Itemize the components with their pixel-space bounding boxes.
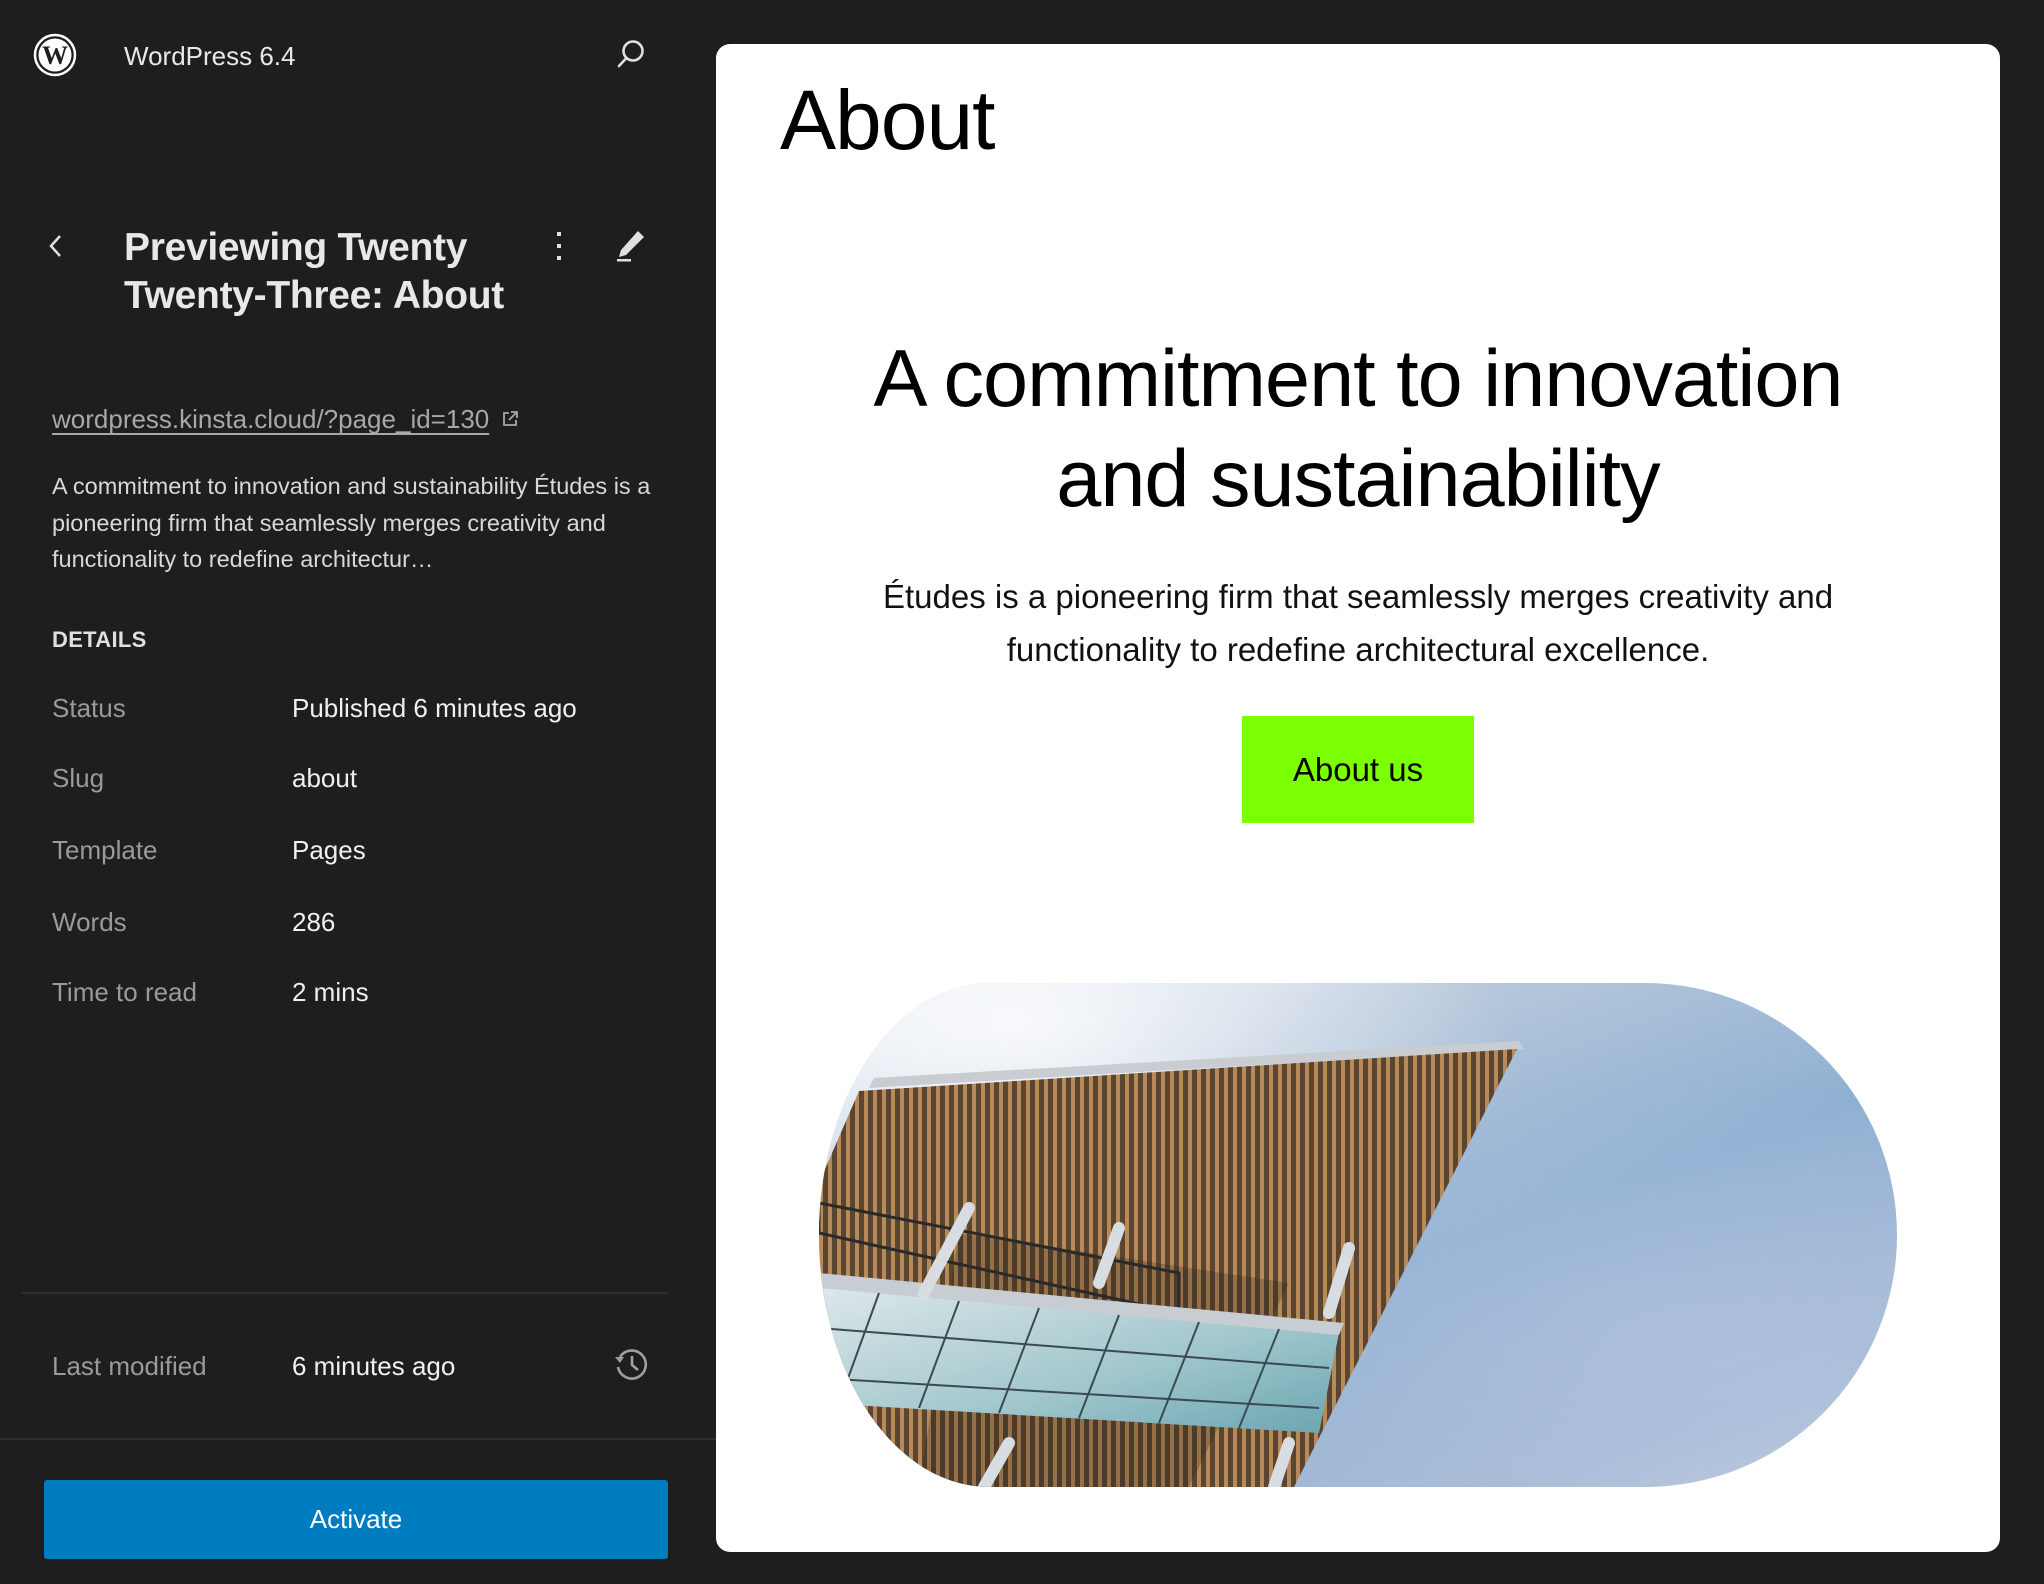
sidebar: W WordPress 6.4 Previewing Twenty Twenty… <box>0 0 716 1584</box>
history-icon <box>612 1345 650 1388</box>
site-preview[interactable]: About A commitment to innovation and sus… <box>716 44 2000 1552</box>
detail-row-words: Words 286 <box>52 905 652 939</box>
external-link-icon <box>501 403 519 435</box>
preview-page-title: About <box>780 73 996 167</box>
detail-value: Published 6 minutes ago <box>292 693 577 723</box>
detail-row-slug: Slug about <box>52 761 652 795</box>
pencil-icon <box>614 228 648 267</box>
hero-heading: A commitment to innovation and sustainab… <box>716 329 2000 529</box>
building-illustration <box>819 1041 1524 1487</box>
last-modified-value: 6 minutes ago <box>292 1351 456 1381</box>
page-url-text: wordpress.kinsta.cloud/?page_id=130 <box>52 404 490 434</box>
detail-value: 2 mins <box>292 977 369 1007</box>
last-modified-row: Last modified 6 minutes ago <box>52 1349 652 1383</box>
page-excerpt: A commitment to innovation and sustainab… <box>52 473 651 572</box>
wordpress-logo-icon[interactable]: W <box>33 33 77 77</box>
detail-label: Status <box>52 693 126 723</box>
revisions-button[interactable] <box>610 1345 652 1387</box>
hero-image <box>819 983 1897 1487</box>
page-url-link[interactable]: wordpress.kinsta.cloud/?page_id=130 <box>52 403 519 435</box>
hero-heading-text: A commitment to innovation and sustainab… <box>873 334 1844 524</box>
more-options-button[interactable] <box>541 228 577 268</box>
details-heading: DETAILS <box>52 627 147 652</box>
divider <box>22 1292 668 1294</box>
detail-label: Slug <box>52 763 105 793</box>
detail-label: Time to read <box>52 977 197 1007</box>
detail-row-time-to-read: Time to read 2 mins <box>52 975 652 1009</box>
detail-value: about <box>292 763 358 793</box>
detail-label: Template <box>52 835 158 865</box>
back-button[interactable] <box>38 228 74 268</box>
detail-value: Pages <box>292 835 366 865</box>
last-modified-label: Last modified <box>52 1351 207 1381</box>
search-button[interactable] <box>610 35 652 77</box>
footer-divider <box>0 1438 716 1440</box>
about-us-button[interactable]: About us <box>1242 716 1474 823</box>
search-icon <box>614 37 648 76</box>
detail-row-status: Status Published 6 minutes ago <box>52 691 652 725</box>
edit-button[interactable] <box>610 226 652 268</box>
detail-label: Words <box>52 907 127 937</box>
activate-button[interactable]: Activate <box>44 1480 668 1559</box>
site-title[interactable]: WordPress 6.4 <box>124 40 295 72</box>
svg-text:W: W <box>42 41 68 70</box>
hero-paragraph: Études is a pioneering firm that seamles… <box>882 578 1834 668</box>
detail-value: 286 <box>292 907 336 937</box>
chevron-left-icon <box>46 231 66 266</box>
detail-row-template: Template Pages <box>52 833 652 867</box>
panel-title: Previewing Twenty Twenty-Three: About <box>124 226 504 317</box>
more-vertical-icon <box>554 229 564 268</box>
